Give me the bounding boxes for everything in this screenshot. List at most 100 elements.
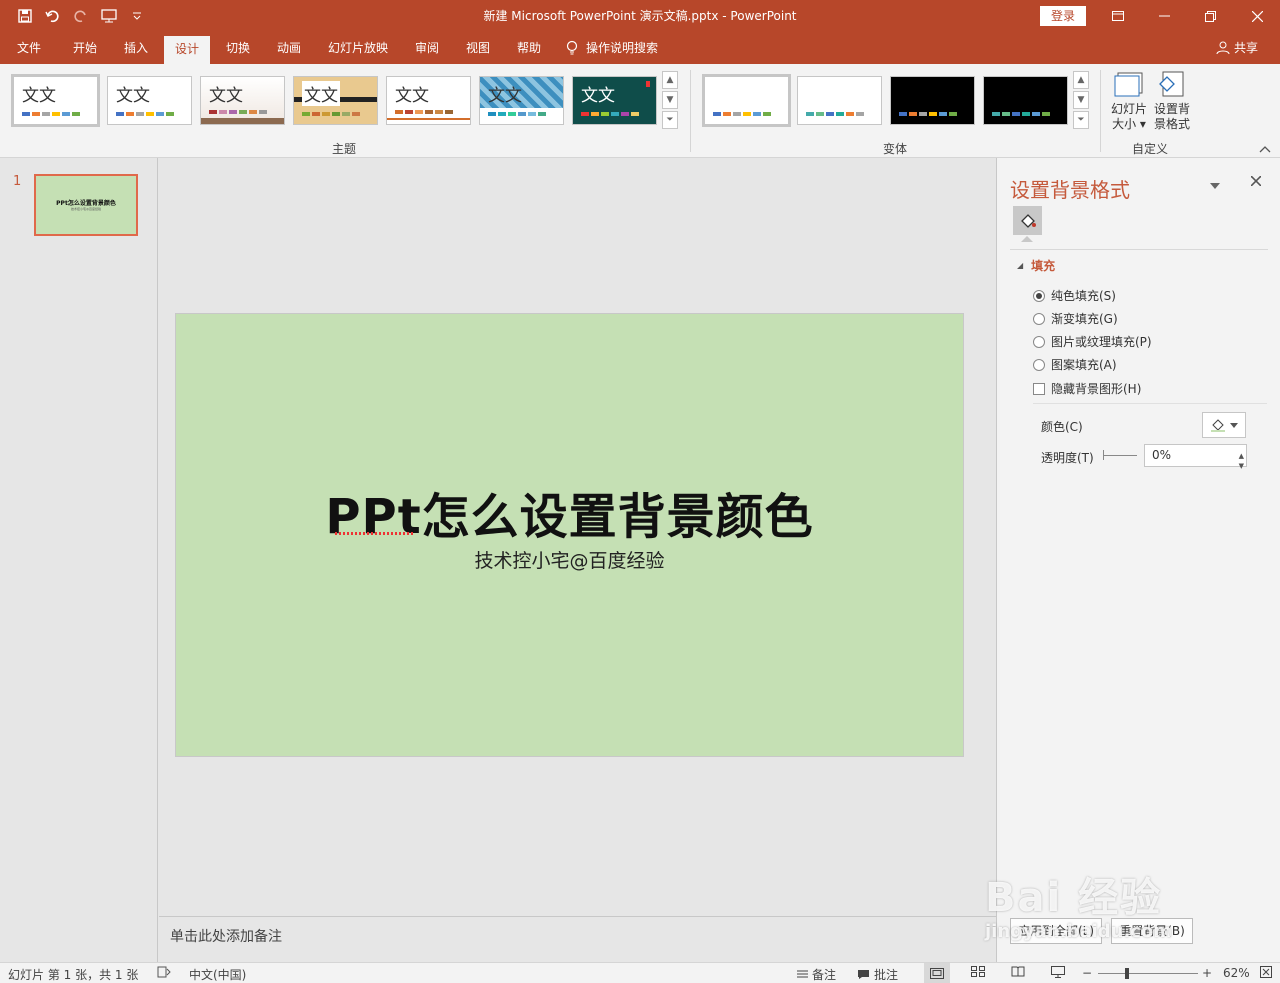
- option-label: 隐藏背景图形(H): [1051, 382, 1142, 396]
- option-label: 渐变填充(G): [1051, 312, 1118, 326]
- theme-7[interactable]: 文文: [572, 76, 657, 125]
- slideshow-view-icon[interactable]: [1051, 966, 1065, 981]
- theme-6[interactable]: 文文: [479, 76, 564, 125]
- slide-thumbnail-pane: 1 PPt怎么设置背景颜色 技术控小宅@百度经验: [0, 158, 158, 962]
- themes-more-icon[interactable]: ⏷: [662, 111, 678, 129]
- zoom-out-icon[interactable]: −: [1082, 966, 1092, 980]
- variant-4[interactable]: [983, 76, 1068, 125]
- share-button[interactable]: 共享: [1216, 32, 1258, 64]
- tab-home[interactable]: 开始: [62, 32, 108, 64]
- fit-to-window-icon[interactable]: [1260, 966, 1272, 981]
- ribbon-design: 文文 文文 文文 文文 文文 文文 文文 ▲ ▼ ⏷ 主题 ▲ ▼ ⏷ 变体 幻…: [0, 64, 1280, 158]
- chevron-down-icon: [1230, 422, 1238, 428]
- slide-number: 1: [13, 174, 22, 189]
- pattern-fill-option[interactable]: 图案填充(A): [1033, 356, 1117, 373]
- radio-button[interactable]: [1033, 358, 1045, 371]
- variant-2[interactable]: [797, 76, 882, 125]
- checkbox[interactable]: [1033, 382, 1045, 395]
- language-status[interactable]: 中文(中国): [189, 966, 246, 983]
- variants-scroll-up-icon[interactable]: ▲: [1073, 71, 1089, 89]
- tell-me-search[interactable]: 操作说明搜索: [566, 32, 676, 64]
- zoom-slider-thumb[interactable]: [1125, 968, 1129, 979]
- zoom-slider[interactable]: [1098, 973, 1198, 974]
- normal-view-button[interactable]: [924, 963, 950, 983]
- theme-5[interactable]: 文文: [386, 76, 471, 125]
- ribbon-display-options-icon[interactable]: [1095, 0, 1141, 32]
- radio-button[interactable]: [1033, 289, 1045, 302]
- slide-title[interactable]: PPt怎么设置背景颜色: [176, 477, 963, 547]
- tab-file[interactable]: 文件: [5, 32, 53, 64]
- tell-me-label: 操作说明搜索: [586, 41, 659, 55]
- fill-category-button[interactable]: [1013, 206, 1042, 235]
- thumbnail-subtitle: 技术控小宅@百度经验: [70, 207, 101, 211]
- hide-background-graphics-option[interactable]: 隐藏背景图形(H): [1033, 380, 1141, 397]
- fill-section-header[interactable]: ◢ 填充: [1017, 257, 1055, 274]
- pane-separator: [1010, 249, 1268, 250]
- themes-scroll-down-icon[interactable]: ▼: [662, 91, 678, 109]
- slide-thumbnail[interactable]: PPt怎么设置背景颜色 技术控小宅@百度经验: [34, 174, 138, 236]
- theme-3[interactable]: 文文: [200, 76, 285, 125]
- slide-size-button[interactable]: 幻灯片 大小 ▾: [1109, 70, 1149, 132]
- baidu-watermark: Bai 经验 jingyan.baidu.com: [985, 865, 1172, 942]
- tab-review[interactable]: 审阅: [404, 32, 450, 64]
- comment-icon: [858, 970, 869, 979]
- format-background-icon: [1159, 71, 1184, 97]
- login-button[interactable]: 登录: [1040, 6, 1086, 26]
- variant-color-bars: [806, 112, 864, 116]
- person-icon: [1216, 41, 1230, 55]
- collapse-ribbon-icon[interactable]: [1259, 142, 1271, 156]
- reading-view-icon[interactable]: [1011, 966, 1025, 980]
- zoom-level[interactable]: 62%: [1223, 966, 1250, 980]
- tab-insert[interactable]: 插入: [113, 32, 159, 64]
- variant-1[interactable]: [702, 74, 791, 127]
- radio-button[interactable]: [1033, 335, 1045, 348]
- theme-sample-text: 文文: [395, 86, 429, 106]
- transparency-input[interactable]: 0% ▲ ▼: [1144, 444, 1247, 470]
- minimize-icon[interactable]: [1141, 0, 1187, 32]
- tab-animations[interactable]: 动画: [266, 32, 312, 64]
- tab-transitions[interactable]: 切换: [215, 32, 261, 64]
- restore-icon[interactable]: [1187, 0, 1233, 32]
- comments-button[interactable]: 批注: [857, 966, 898, 983]
- accessibility-icon[interactable]: [157, 966, 171, 981]
- theme-office[interactable]: 文文: [11, 74, 100, 127]
- pane-close-icon[interactable]: [1250, 175, 1262, 189]
- theme-color-bars: [22, 112, 80, 116]
- variants-scroll-down-icon[interactable]: ▼: [1073, 91, 1089, 109]
- solid-fill-option[interactable]: 纯色填充(S): [1033, 287, 1116, 304]
- theme-sample-text: 文文: [22, 86, 56, 106]
- color-picker-button[interactable]: [1202, 412, 1246, 438]
- gradient-fill-option[interactable]: 渐变填充(G): [1033, 310, 1118, 327]
- variant-3[interactable]: [890, 76, 975, 125]
- theme-2[interactable]: 文文: [107, 76, 192, 125]
- variants-more-icon[interactable]: ⏷: [1073, 111, 1089, 129]
- collapse-triangle-icon: ◢: [1017, 261, 1024, 270]
- tab-help[interactable]: 帮助: [506, 32, 552, 64]
- theme-4[interactable]: 文文: [293, 76, 378, 125]
- zoom-in-icon[interactable]: +: [1202, 966, 1212, 980]
- notes-toggle-button[interactable]: 备注: [797, 966, 836, 983]
- radio-button[interactable]: [1033, 312, 1045, 325]
- tab-slideshow[interactable]: 幻灯片放映: [318, 32, 398, 64]
- pane-title: 设置背景格式: [1010, 178, 1130, 202]
- transparency-slider[interactable]: [1103, 455, 1137, 456]
- tab-view[interactable]: 视图: [455, 32, 501, 64]
- close-icon[interactable]: [1234, 0, 1280, 32]
- title-bar: 新建 Microsoft PowerPoint 演示文稿.pptx - Powe…: [0, 0, 1280, 32]
- comments-label: 批注: [874, 968, 899, 982]
- variant-color-bars: [713, 112, 771, 116]
- slide-sorter-view-icon[interactable]: [971, 966, 985, 980]
- themes-scroll-up-icon[interactable]: ▲: [662, 71, 678, 89]
- notes-placeholder: 单击此处添加备注: [170, 929, 282, 945]
- slide-canvas[interactable]: PPt怎么设置背景颜色 技术控小宅@百度经验: [175, 313, 964, 757]
- tab-design[interactable]: 设计: [164, 36, 210, 64]
- spin-down-icon[interactable]: ▼: [1239, 456, 1244, 477]
- theme-sample-text: 文文: [116, 86, 150, 106]
- slide-subtitle[interactable]: 技术控小宅@百度经验: [176, 546, 963, 573]
- picture-texture-fill-option[interactable]: 图片或纹理填充(P): [1033, 333, 1152, 350]
- slide-size-label-2: 大小 ▾: [1112, 117, 1146, 131]
- format-background-button[interactable]: 设置背 景格式: [1152, 70, 1192, 132]
- pane-options-dropdown-icon[interactable]: [1210, 178, 1220, 192]
- notes-pane[interactable]: 单击此处添加备注: [159, 916, 996, 962]
- category-pointer: [1021, 236, 1033, 242]
